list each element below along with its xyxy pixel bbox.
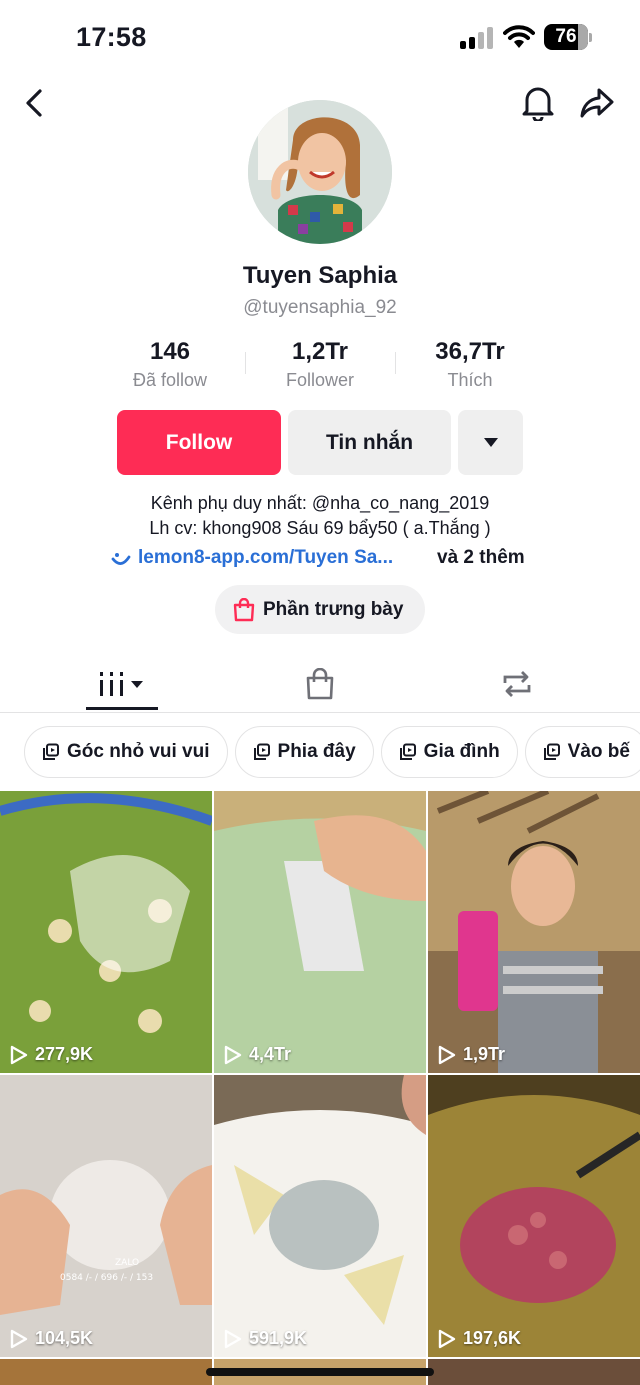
- caret-down-icon: [483, 438, 498, 447]
- view-count-value: 277,9K: [35, 1044, 94, 1064]
- message-button[interactable]: Tin nhắn: [288, 410, 451, 475]
- playlist-chip[interactable]: Góc nhỏ vui vui: [24, 726, 228, 778]
- playlist-chips: Góc nhỏ vui vui Phia đây Gia đình Vào bế: [24, 726, 640, 780]
- video-thumbnail[interactable]: 277,9K: [0, 791, 212, 1073]
- view-count-value: 104,5K: [35, 1328, 94, 1348]
- playlist-chip-label: Góc nhỏ vui vui: [67, 741, 210, 762]
- follow-button[interactable]: Follow: [117, 410, 281, 475]
- following-stat[interactable]: 146 Đã follow: [95, 338, 245, 394]
- video-preview-image: [0, 793, 212, 1033]
- likes-stat[interactable]: 36,7Tr Thích: [395, 338, 545, 394]
- thumbnail-overlay-text: 0584 /- / 696 /- / 153: [60, 1273, 153, 1283]
- cellular-signal-icon: [460, 27, 494, 49]
- play-icon: [438, 1045, 456, 1064]
- lemon8-icon: [111, 553, 131, 565]
- divider: [395, 352, 396, 374]
- active-tab-indicator: [86, 707, 158, 710]
- showcase-label: Phần trưng bày: [263, 598, 404, 620]
- video-preview-image: [214, 1075, 426, 1357]
- video-thumbnail[interactable]: ZALO 0584 /- / 696 /- / 153 104,5K: [0, 1075, 212, 1357]
- video-preview-image: ZALO 0584 /- / 696 /- / 153: [0, 1075, 212, 1357]
- profile-tabs: [0, 655, 640, 713]
- view-count-value: 1,9Tr: [463, 1044, 506, 1064]
- view-count-value: 4,4Tr: [249, 1044, 292, 1064]
- followers-count: 1,2Tr: [291, 338, 349, 365]
- status-bar: 17:58 76: [0, 0, 640, 78]
- playlist-icon: [543, 743, 560, 760]
- play-icon: [10, 1329, 28, 1348]
- video-thumbnail[interactable]: [428, 1359, 640, 1385]
- share-button[interactable]: [577, 83, 617, 123]
- tab-shop[interactable]: [290, 655, 350, 713]
- more-links-button[interactable]: và 2 thêm: [437, 547, 525, 569]
- bell-icon: [522, 87, 554, 121]
- video-thumbnail[interactable]: [0, 1359, 212, 1385]
- video-preview-image: [214, 791, 426, 1073]
- bio-line-2: Lh cv: khong908 Sáu 69 bẩy50 ( a.Thắng ): [149, 518, 491, 538]
- status-time: 17:58: [76, 22, 147, 52]
- profile-stats: 146 Đã follow 1,2Tr Follower 36,7Tr Thíc…: [95, 338, 545, 394]
- bio-links: lemon8-app.com/Tuyen Sa... và 2 thêm: [0, 545, 640, 573]
- view-count: 104,5K: [10, 1328, 93, 1349]
- play-icon: [224, 1045, 242, 1064]
- thumbnail-overlay-text: ZALO: [115, 1258, 139, 1268]
- view-count-value: 197,6K: [463, 1328, 522, 1348]
- following-count: 146: [149, 338, 191, 365]
- play-icon: [438, 1329, 456, 1348]
- playlist-chip-label: Gia đình: [423, 741, 500, 762]
- play-icon: [10, 1045, 28, 1064]
- playlist-icon: [43, 743, 59, 760]
- suggested-accounts-button[interactable]: [458, 410, 523, 475]
- view-count: 1,9Tr: [438, 1044, 505, 1065]
- view-count: 591,9K: [224, 1328, 307, 1349]
- video-thumbnail[interactable]: 591,9K: [214, 1075, 426, 1357]
- avatar[interactable]: [248, 100, 392, 244]
- likes-count: 36,7Tr: [435, 338, 505, 365]
- repost-icon: [503, 671, 531, 697]
- bio-line-1: Kênh phụ duy nhất: @nha_co_nang_2019: [150, 493, 490, 513]
- likes-label: Thích: [447, 370, 493, 390]
- view-count: 197,6K: [438, 1328, 521, 1349]
- video-thumbnail[interactable]: 4,4Tr: [214, 791, 426, 1073]
- followers-stat[interactable]: 1,2Tr Follower: [245, 338, 395, 394]
- playlist-icon: [253, 743, 270, 760]
- tab-reposts[interactable]: [487, 655, 547, 713]
- battery-icon: 76: [544, 24, 592, 50]
- back-arrow-icon: [26, 89, 42, 117]
- video-thumbnail[interactable]: 1,9Tr: [428, 791, 640, 1073]
- back-button[interactable]: [14, 83, 54, 123]
- video-thumbnail[interactable]: 197,6K: [428, 1075, 640, 1357]
- home-indicator: [206, 1368, 434, 1376]
- video-grid: 277,9K 4,4Tr 1,9Tr ZALO 0584 /- / 696 /- / 1…: [0, 791, 640, 1385]
- playlist-chip-label: Vào bế: [567, 741, 630, 762]
- following-label: Đã follow: [132, 370, 208, 390]
- play-icon: [224, 1329, 242, 1348]
- playlist-icon: [399, 743, 416, 760]
- tab-videos[interactable]: [86, 655, 158, 713]
- playlist-chip-label: Phia đây: [277, 741, 356, 762]
- notification-bell-button[interactable]: [518, 83, 558, 123]
- playlist-chip[interactable]: Phia đây: [234, 726, 374, 778]
- playlist-chip[interactable]: Gia đình: [380, 726, 518, 778]
- username: @tuyensaphia_92: [243, 297, 397, 318]
- view-count: 4,4Tr: [224, 1044, 291, 1065]
- shopping-bag-icon: [306, 668, 334, 700]
- followers-label: Follower: [285, 370, 355, 390]
- grid-videos-icon: [100, 672, 143, 696]
- view-count: 277,9K: [10, 1044, 93, 1065]
- display-name: Tuyen Saphia: [242, 262, 398, 289]
- showcase-button[interactable]: Phần trưng bày: [215, 585, 425, 634]
- bio-link[interactable]: lemon8-app.com/Tuyen Sa...: [138, 547, 393, 569]
- video-preview-image: [428, 791, 640, 1073]
- divider: [245, 352, 246, 374]
- shopping-bag-icon: [233, 597, 255, 621]
- share-arrow-icon: [580, 88, 614, 118]
- playlist-chip[interactable]: Vào bế: [524, 726, 640, 778]
- wifi-icon: [503, 24, 535, 50]
- view-count-value: 591,9K: [249, 1328, 308, 1348]
- battery-level: 76: [555, 26, 577, 47]
- video-preview-image: [428, 1075, 640, 1357]
